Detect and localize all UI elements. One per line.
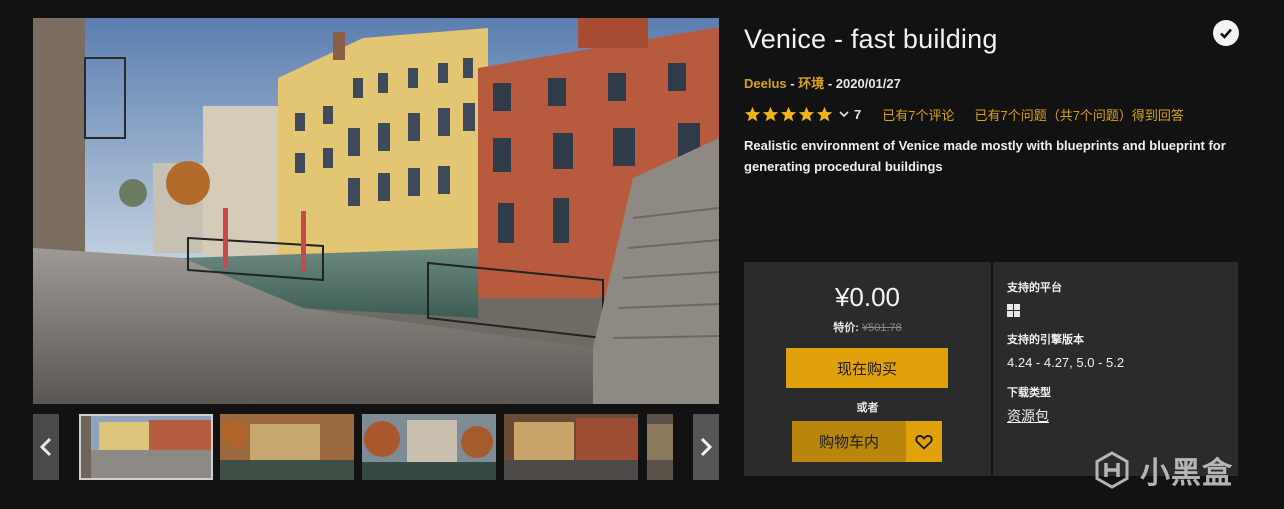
watermark: 小黑盒 <box>1092 448 1233 492</box>
meta-separator: - <box>786 76 799 91</box>
star-icon <box>762 106 779 121</box>
product-description: Realistic environment of Venice made mos… <box>744 138 1226 174</box>
thumbnail-image <box>220 414 354 480</box>
reviews-link[interactable]: 已有7个评论 <box>882 105 954 124</box>
thumbnail-carousel <box>33 414 719 480</box>
venice-canal-scene <box>33 18 719 404</box>
thumbnail-image <box>79 414 213 480</box>
star-icon <box>780 106 797 121</box>
xiaoheihe-logo-icon <box>1095 451 1129 489</box>
specs-panel: 支持的平台 支持的引擎版本 4.24 - 4.27, 5.0 - 5.2 下载类… <box>993 262 1238 476</box>
wishlist-button[interactable] <box>906 421 942 462</box>
thumbnail-image <box>647 414 673 480</box>
purchase-panel: ¥0.00 特价: ¥501.78 现在购买 或者 购物车内 <box>744 262 991 476</box>
buy-now-button[interactable]: 现在购买 <box>786 348 948 388</box>
add-to-cart-button[interactable]: 购物车内 <box>792 421 906 462</box>
price: ¥0.00 <box>834 282 901 312</box>
next-image-button[interactable] <box>693 414 719 480</box>
previous-image-button[interactable] <box>33 414 59 480</box>
product-meta: Deelus - 环境 - 2020/01/27 <box>744 73 901 92</box>
rating-count: 7 <box>854 106 862 122</box>
original-price: ¥501.78 <box>861 322 902 334</box>
thumbnail-image <box>362 414 496 480</box>
chevron-right-icon <box>700 437 712 457</box>
chevron-down-icon[interactable] <box>839 109 849 119</box>
thumbnail-5[interactable] <box>647 414 673 480</box>
chevron-left-icon <box>40 437 52 457</box>
engine-versions-value: 4.24 - 4.27, 5.0 - 5.2 <box>1007 355 1125 370</box>
windows-icon <box>1007 304 1020 317</box>
heart-icon <box>915 434 933 450</box>
rating-row: 7 已有7个评论 已有7个问题（共7个问题）得到回答 <box>744 104 1184 124</box>
release-date: 2020/01/27 <box>835 76 901 91</box>
thumbnail-3[interactable] <box>362 414 496 480</box>
download-type-link[interactable]: 资源包 <box>1007 406 1049 426</box>
star-icon <box>816 106 833 121</box>
thumbnail-4[interactable] <box>504 414 638 480</box>
questions-link[interactable]: 已有7个问题（共7个问题）得到回答 <box>974 105 1183 124</box>
or-divider-text: 或者 <box>856 402 879 414</box>
product-title: Venice - fast building <box>744 24 998 54</box>
star-icon <box>798 106 815 121</box>
watermark-text: 小黑盒 <box>1140 457 1233 490</box>
thumbnail-1[interactable] <box>79 414 213 480</box>
download-type-label: 下载类型 <box>1007 387 1051 399</box>
checkmark-icon <box>1220 28 1232 39</box>
engine-versions-label: 支持的引擎版本 <box>1007 334 1084 346</box>
star-icon <box>744 106 761 121</box>
thumbnail-image <box>504 414 638 480</box>
category-link[interactable]: 环境 <box>798 76 824 91</box>
seller-link[interactable]: Deelus <box>744 76 787 91</box>
meta-separator: - <box>824 76 836 91</box>
sale-price-line: 特价: ¥501.78 <box>744 319 991 335</box>
platforms-label: 支持的平台 <box>1007 282 1062 294</box>
thumbnail-2[interactable] <box>220 414 354 480</box>
owned-check-badge <box>1213 20 1239 46</box>
sale-label: 特价: <box>833 322 859 334</box>
hero-image[interactable] <box>33 18 719 404</box>
star-rating[interactable] <box>744 106 833 123</box>
